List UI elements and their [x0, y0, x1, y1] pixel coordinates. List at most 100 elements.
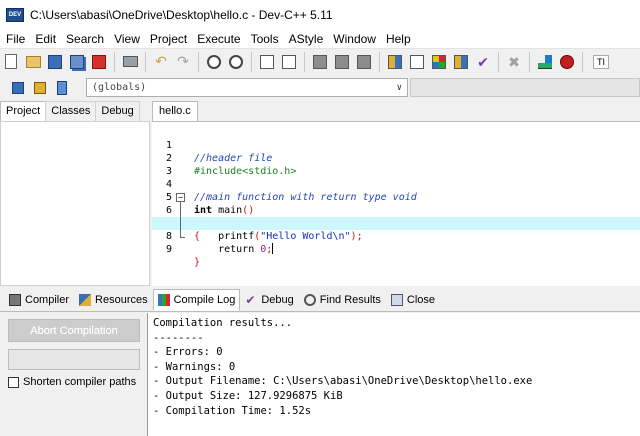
tab-label: Compiler — [25, 294, 70, 306]
tab-classes[interactable]: Classes — [45, 101, 97, 121]
fold-toggle[interactable]: − — [176, 193, 185, 202]
compile-run-button[interactable] — [429, 52, 449, 72]
tab-compile-log[interactable]: Compile Log — [152, 289, 241, 311]
chart-button[interactable] — [535, 52, 555, 72]
chevron-down-icon: ∨ — [396, 82, 402, 93]
find-button[interactable] — [204, 52, 224, 72]
save-button[interactable] — [45, 52, 65, 72]
undo-button[interactable]: ↶ — [151, 52, 171, 72]
text-caret — [272, 243, 274, 254]
goto-button[interactable] — [354, 52, 374, 72]
globals-select[interactable]: (globals) ∨ — [86, 78, 408, 97]
abort-compilation-button[interactable]: Abort Compilation — [8, 319, 140, 342]
toolbar-separator — [198, 51, 199, 72]
new-class-button[interactable] — [8, 78, 28, 98]
menu-astyle[interactable]: AStyle — [284, 30, 329, 48]
editor-tabs: hello.c — [152, 101, 640, 121]
insert-button[interactable] — [30, 78, 50, 98]
log-line: - Warnings: 0 — [153, 360, 236, 373]
stop-button[interactable]: ✖ — [504, 52, 524, 72]
code-text: return 0; — [194, 243, 274, 256]
tab-hello-c[interactable]: hello.c — [152, 101, 198, 121]
debug-button[interactable] — [557, 52, 577, 72]
tab-compiler[interactable]: Compiler — [4, 289, 74, 311]
rebuild-button[interactable] — [451, 52, 471, 72]
shorten-paths-label: Shorten compiler paths — [23, 376, 137, 388]
menu-execute[interactable]: Execute — [192, 30, 245, 48]
unindent-button[interactable] — [279, 52, 299, 72]
tab-project[interactable]: Project — [0, 101, 47, 121]
dev-cpp-window: DEV C:\Users\abasi\OneDrive\Desktop\hell… — [0, 0, 640, 436]
window-title: C:\Users\abasi\OneDrive\Desktop\hello.c … — [30, 8, 333, 22]
syntax-check-icon: ✔ — [477, 53, 489, 70]
toolbar-separator — [529, 51, 530, 72]
bookmark-forward-button[interactable] — [332, 52, 352, 72]
compiler-icon — [9, 294, 21, 306]
unindent-icon — [282, 54, 296, 69]
code-line: 1 //header file — [152, 126, 640, 164]
menu-view[interactable]: View — [109, 30, 145, 48]
toolbar-separator — [379, 51, 380, 72]
toolbar-overflow-label[interactable]: TI — [593, 54, 609, 69]
run-button[interactable] — [407, 52, 427, 72]
log-line: -------- — [153, 331, 204, 344]
fold-guide-end — [180, 237, 185, 238]
left-panel-tabs: Project Classes Debug — [0, 101, 150, 121]
chart-icon — [538, 54, 552, 69]
debug-check-icon: ✔ — [245, 293, 256, 307]
function-select[interactable] — [410, 78, 640, 97]
run-icon — [410, 54, 424, 69]
log-line: Compilation results... — [153, 317, 293, 329]
replace-button[interactable] — [226, 52, 246, 72]
menu-edit[interactable]: Edit — [30, 30, 61, 48]
shorten-paths-checkbox[interactable]: Shorten compiler paths — [8, 376, 136, 388]
compile-button[interactable] — [385, 52, 405, 72]
tab-debug-bottom[interactable]: ✔ Debug — [240, 289, 298, 311]
redo-button[interactable]: ↷ — [173, 52, 193, 72]
undo-icon: ↶ — [155, 53, 167, 70]
toolbar-separator — [498, 51, 499, 72]
menu-help[interactable]: Help — [381, 30, 416, 48]
syntax-check-button[interactable]: ✔ — [473, 52, 493, 72]
tab-find-results[interactable]: Find Results — [299, 289, 386, 311]
new-file-icon — [5, 54, 17, 69]
tab-debug[interactable]: Debug — [95, 101, 140, 121]
tab-close[interactable]: Close — [386, 289, 440, 311]
code-line: 2 #include<stdio.h> — [152, 139, 640, 177]
menu-file[interactable]: File — [0, 30, 30, 48]
save-all-button[interactable] — [67, 52, 87, 72]
save-all-icon — [70, 54, 84, 69]
new-file-button[interactable] — [1, 52, 21, 72]
redo-icon: ↷ — [177, 53, 189, 70]
indent-button[interactable] — [257, 52, 277, 72]
code-line: 6 − { — [152, 191, 640, 242]
tab-resources[interactable]: Resources — [74, 289, 153, 311]
rebuild-icon — [454, 54, 468, 69]
toolbar-separator — [114, 51, 115, 72]
compile-icon — [388, 54, 402, 69]
bookmark-forward-icon — [335, 54, 349, 69]
compile-progress-bar — [8, 349, 140, 370]
menu-window[interactable]: Window — [328, 30, 381, 48]
tab-label: Find Results — [319, 294, 381, 306]
menu-search[interactable]: Search — [61, 30, 109, 48]
bookmark-back-button[interactable] — [310, 52, 330, 72]
tab-label: Debug — [261, 294, 294, 306]
code-line: 3 — [152, 152, 640, 177]
checkbox-box[interactable] — [8, 376, 19, 388]
code-editor[interactable]: 1 //header file 2 #include<stdio.h> 3 4 … — [152, 121, 640, 286]
log-line: - Compilation Time: 1.52s — [153, 404, 312, 417]
print-button[interactable] — [120, 52, 140, 72]
menu-tools[interactable]: Tools — [246, 30, 284, 48]
code-line-current: 8 return 0; — [152, 217, 640, 255]
code-keyword: return — [218, 244, 255, 255]
compile-log-output[interactable]: Compilation results... -------- - Errors: … — [147, 313, 640, 436]
toggle-bookmark-button[interactable] — [52, 78, 72, 98]
bookmark-icon — [57, 80, 67, 95]
code-line: 5 int main() — [152, 178, 640, 216]
bookmark-back-icon — [313, 54, 327, 69]
close-file-button[interactable] — [89, 52, 109, 72]
open-button[interactable] — [23, 52, 43, 72]
project-browser[interactable] — [0, 121, 150, 286]
menu-project[interactable]: Project — [145, 30, 192, 48]
